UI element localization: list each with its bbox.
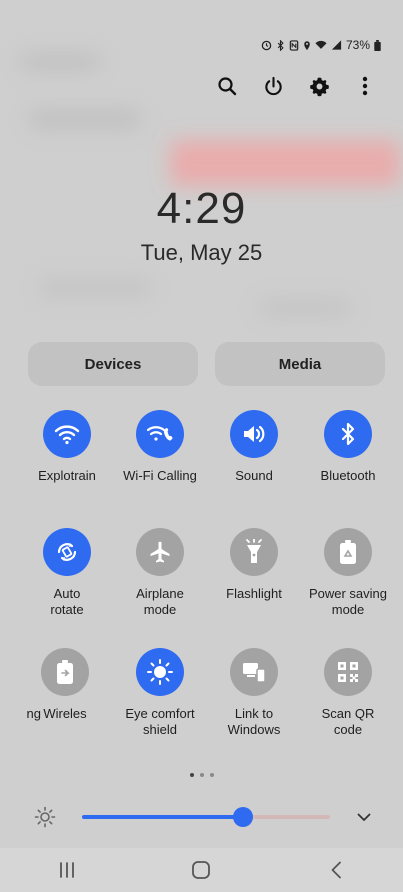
tile-airplane-mode[interactable]: Airplane mode xyxy=(113,528,207,618)
home-button[interactable] xyxy=(181,855,221,885)
devices-label: Devices xyxy=(84,355,142,373)
tile-flashlight[interactable]: Flashlight xyxy=(207,528,301,602)
alarm-icon xyxy=(261,40,272,50)
media-label: Media xyxy=(278,355,322,373)
power-saving-icon xyxy=(340,540,356,564)
background-blur xyxy=(260,300,350,316)
tile-wireless-share[interactable]: Wireles xyxy=(27,648,103,722)
back-icon xyxy=(331,861,341,879)
tile-label: Sound xyxy=(235,468,273,483)
battery-percent: 73% xyxy=(345,38,370,52)
page-indicator xyxy=(0,773,403,777)
tile-sound[interactable]: Sound xyxy=(207,410,301,484)
tile-circle[interactable] xyxy=(324,648,372,696)
tile-eye-comfort-shield[interactable]: Eye comfort shield xyxy=(113,648,207,738)
background-blur xyxy=(30,110,140,128)
tile-circle[interactable] xyxy=(230,410,278,458)
bluetooth-status-icon xyxy=(277,39,284,51)
power-icon xyxy=(264,76,282,95)
tile-bluetooth[interactable]: Bluetooth xyxy=(301,410,395,484)
tile-auto-rotate[interactable]: Auto rotate xyxy=(20,528,114,618)
brightness-fill xyxy=(82,815,244,819)
expand-button[interactable] xyxy=(353,806,375,828)
settings-button[interactable] xyxy=(307,74,331,98)
tile-circle[interactable] xyxy=(230,648,278,696)
tile-label: Flashlight xyxy=(226,586,282,601)
nfc-icon xyxy=(289,39,299,51)
brightness-sun-icon xyxy=(34,806,56,828)
quick-panel-toolbar xyxy=(215,74,377,98)
page-dot xyxy=(189,773,194,777)
background-blur xyxy=(40,280,150,296)
page-dot xyxy=(209,773,214,777)
tile-label: Wireles xyxy=(43,706,87,721)
tile-label: Airplane mode xyxy=(136,586,184,617)
tile-link-to-windows[interactable]: Link to Windows xyxy=(207,648,301,738)
background-blur xyxy=(170,140,400,186)
tile-circle[interactable] xyxy=(136,648,184,696)
brightness-thumb[interactable] xyxy=(233,807,254,827)
search-button[interactable] xyxy=(215,74,239,98)
wifi-icon xyxy=(54,425,80,445)
clock-date: Tue, May 25 xyxy=(140,240,263,265)
tile-wifi[interactable]: Explotrain xyxy=(20,410,114,484)
signal-icon xyxy=(331,40,342,50)
page-dot xyxy=(199,773,204,777)
tile-label: Bluetooth xyxy=(320,468,376,483)
chevron-down-icon xyxy=(357,813,371,821)
back-button[interactable] xyxy=(316,855,356,885)
bluetooth-icon xyxy=(341,422,355,446)
power-button[interactable] xyxy=(261,74,285,98)
tile-circle[interactable] xyxy=(43,410,91,458)
tile-circle[interactable] xyxy=(43,528,91,576)
tile-label: Explotrain xyxy=(38,468,96,483)
tile-label: Eye comfort shield xyxy=(125,706,195,737)
link-windows-icon xyxy=(243,663,266,683)
tile-wifi-calling[interactable]: Wi-Fi Calling xyxy=(113,410,207,484)
battery-icon xyxy=(374,39,381,51)
auto-rotate-icon xyxy=(57,543,77,561)
recents-button[interactable] xyxy=(47,855,87,885)
tile-power-saving[interactable]: Power saving mode xyxy=(301,528,395,618)
tile-label: Power saving mode xyxy=(308,586,388,617)
status-bar: 73% xyxy=(261,38,381,52)
tile-scan-qr[interactable]: Scan QR code xyxy=(301,648,395,738)
volume-icon xyxy=(244,425,265,443)
gear-icon xyxy=(309,77,329,96)
background-blur xyxy=(20,55,100,69)
eye-comfort-icon xyxy=(147,659,173,685)
tile-label: Scan QR code xyxy=(321,706,375,737)
more-options-button[interactable] xyxy=(353,74,377,98)
qr-icon xyxy=(338,662,358,682)
more-vertical-icon xyxy=(362,76,368,96)
tile-label: Wi-Fi Calling xyxy=(123,468,197,483)
tile-circle[interactable] xyxy=(136,410,184,458)
recents-icon xyxy=(60,862,75,878)
tile-circle[interactable] xyxy=(324,410,372,458)
wireless-share-icon xyxy=(57,660,73,684)
tile-label: Auto rotate xyxy=(50,586,84,617)
home-icon xyxy=(192,861,211,879)
tile-circle[interactable] xyxy=(136,528,184,576)
tile-label: Link to Windows xyxy=(227,706,281,737)
devices-button[interactable]: Devices xyxy=(28,342,198,386)
brightness-slider[interactable] xyxy=(82,807,330,827)
navigation-bar xyxy=(0,848,403,892)
tile-circle[interactable] xyxy=(230,528,278,576)
airplane-icon xyxy=(150,541,170,563)
media-button[interactable]: Media xyxy=(215,342,385,386)
location-icon xyxy=(304,40,310,50)
wifi-calling-icon xyxy=(146,426,173,441)
tile-circle[interactable] xyxy=(41,648,89,696)
wifi-status-icon xyxy=(315,40,327,49)
clock-time: 4:29 xyxy=(156,184,247,233)
flashlight-icon xyxy=(246,539,262,563)
search-icon xyxy=(218,77,237,96)
brightness-control xyxy=(0,800,403,834)
tile-circle[interactable] xyxy=(324,528,372,576)
